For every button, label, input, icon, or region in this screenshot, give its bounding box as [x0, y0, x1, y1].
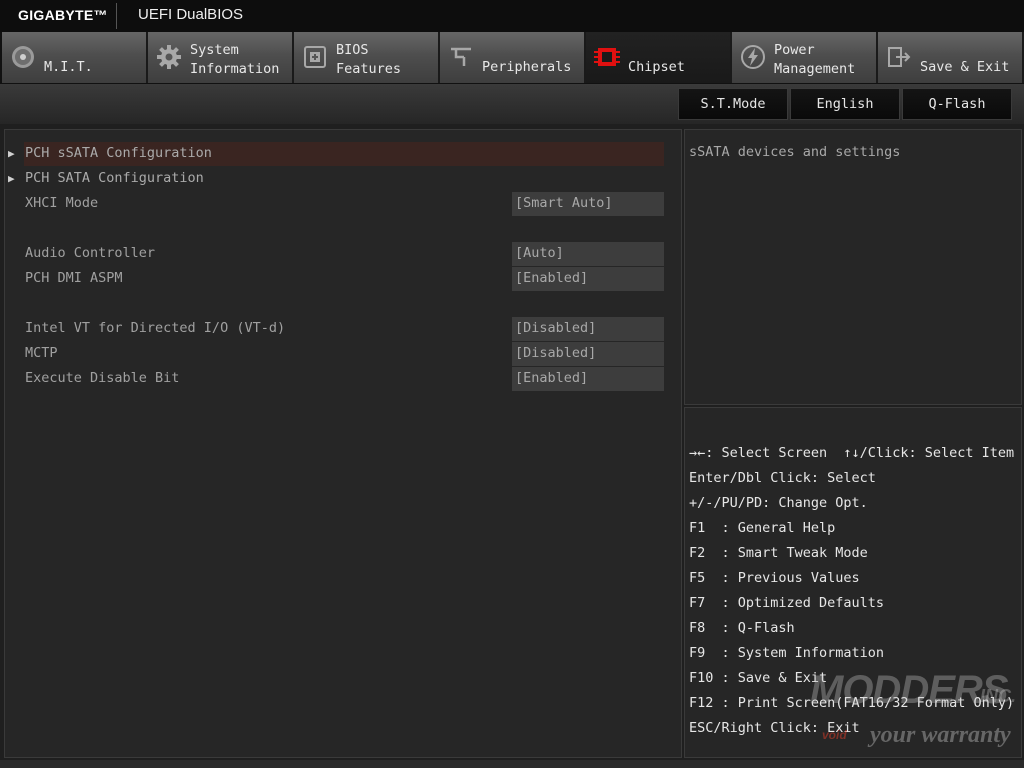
- help-description: sSATA devices and settings: [689, 144, 901, 160]
- setting-value[interactable]: [Disabled]: [512, 342, 664, 366]
- setting-value[interactable]: [Auto]: [512, 242, 664, 266]
- st-mode-button[interactable]: S.T.Mode: [678, 88, 788, 120]
- title-separator: [116, 3, 117, 29]
- language-button[interactable]: English: [790, 88, 900, 120]
- setting-name: PCH DMI ASPM: [25, 270, 123, 286]
- tab-label-line: Information: [190, 61, 280, 77]
- key-hint: →←: Select Screen ↑↓/Click: Select Item: [689, 445, 1015, 461]
- setting-value[interactable]: [Disabled]: [512, 317, 664, 341]
- setting-row[interactable]: ▶ PCH SATA Configuration: [5, 167, 681, 191]
- tab-label: Power Management: [774, 41, 855, 79]
- tab-label-line: System: [190, 42, 239, 58]
- setting-value[interactable]: [Enabled]: [512, 367, 664, 391]
- setting-row[interactable]: PCH DMI ASPM [Enabled]: [5, 267, 681, 291]
- setting-row[interactable]: Intel VT for Directed I/O (VT-d) [Disable…: [5, 317, 681, 341]
- setting-row[interactable]: MCTP [Disabled]: [5, 342, 681, 366]
- setting-value[interactable]: [Smart Auto]: [512, 192, 664, 216]
- setting-name: Execute Disable Bit: [25, 370, 180, 386]
- tab-label-line: M.I.T.: [44, 59, 93, 75]
- product-title: UEFI DualBIOS: [138, 6, 244, 23]
- tab-label: Chipset: [628, 58, 685, 77]
- setting-row[interactable]: XHCI Mode [Smart Auto]: [5, 192, 681, 216]
- brand-logo: GIGABYTE™: [18, 7, 108, 23]
- chipset-icon: [594, 44, 620, 70]
- chip-icon: [302, 44, 328, 70]
- setting-name: MCTP: [25, 345, 58, 361]
- tab-label: BIOS Features: [336, 41, 401, 79]
- key-hint: F7 : Optimized Defaults: [689, 595, 885, 611]
- key-hint: F1 : General Help: [689, 520, 836, 536]
- tab-chipset[interactable]: Chipset: [586, 32, 732, 83]
- setting-value[interactable]: [Enabled]: [512, 267, 664, 291]
- gauge-icon: [10, 44, 36, 70]
- sub-toolbar: S.T.Mode English Q-Flash: [0, 84, 1024, 124]
- tab-label: System Information: [190, 41, 279, 79]
- tab-label-line: Power: [774, 42, 815, 58]
- tab-label-line: BIOS: [336, 42, 369, 58]
- setting-row[interactable]: ▶ PCH sSATA Configuration: [5, 142, 681, 166]
- help-panel: sSATA devices and settings: [684, 129, 1022, 405]
- setting-row[interactable]: Execute Disable Bit [Enabled]: [5, 367, 681, 391]
- key-hint: F10 : Save & Exit: [689, 670, 828, 686]
- tab-label-line: Features: [336, 61, 402, 77]
- key-hint: F5 : Previous Values: [689, 570, 860, 586]
- qflash-button[interactable]: Q-Flash: [902, 88, 1012, 120]
- tab-label-line: Chipset: [628, 59, 685, 75]
- tab-save[interactable]: Save & Exit: [878, 32, 1024, 83]
- bottom-strip: [0, 760, 1024, 768]
- title-bar: GIGABYTE™ UEFI DualBIOS: [0, 0, 1024, 32]
- setting-name: Intel VT for Directed I/O (VT-d): [25, 320, 286, 336]
- tab-peripherals[interactable]: Peripherals: [440, 32, 586, 83]
- key-hint: F2 : Smart Tweak Mode: [689, 545, 868, 561]
- key-hint: F9 : System Information: [689, 645, 885, 661]
- tab-label: Peripherals: [482, 58, 571, 77]
- tab-label: M.I.T.: [44, 58, 93, 77]
- setting-name: PCH SATA Configuration: [25, 170, 204, 186]
- main-tab-bar: M.I.T. System Information BIOS Features Perip…: [0, 32, 1024, 84]
- setting-row[interactable]: Audio Controller [Auto]: [5, 242, 681, 266]
- tab-label-line: Management: [774, 61, 856, 77]
- key-hint: ESC/Right Click: Exit: [689, 720, 860, 736]
- gear-icon: [156, 44, 182, 70]
- exit-icon: [886, 44, 912, 70]
- settings-panel: ▶ PCH sSATA Configuration ▶ PCH SATA Config…: [4, 129, 682, 758]
- tab-label: Save & Exit: [920, 58, 1009, 77]
- lightning-icon: [740, 44, 766, 70]
- plug-icon: [448, 44, 474, 70]
- submenu-arrow-icon: ▶: [8, 147, 15, 160]
- key-hint: +/-/PU/PD: Change Opt.: [689, 495, 868, 511]
- key-hint: Enter/Dbl Click: Select: [689, 470, 876, 486]
- key-hint: F12 : Print Screen(FAT16/32 Format Only): [689, 695, 1015, 711]
- submenu-arrow-icon: ▶: [8, 172, 15, 185]
- tab-system[interactable]: System Information: [148, 32, 294, 83]
- key-legend-panel: →←: Select Screen ↑↓/Click: Select Item E…: [684, 407, 1022, 758]
- tab-power[interactable]: Power Management: [732, 32, 878, 83]
- tab-label-line: Save & Exit: [920, 59, 1010, 75]
- setting-name: Audio Controller: [25, 245, 156, 261]
- key-hint: F8 : Q-Flash: [689, 620, 795, 636]
- tab-label-line: Peripherals: [482, 59, 572, 75]
- tab-mit[interactable]: M.I.T.: [2, 32, 148, 83]
- setting-name: XHCI Mode: [25, 195, 99, 211]
- tab-bios[interactable]: BIOS Features: [294, 32, 440, 83]
- setting-name: PCH sSATA Configuration: [25, 145, 212, 161]
